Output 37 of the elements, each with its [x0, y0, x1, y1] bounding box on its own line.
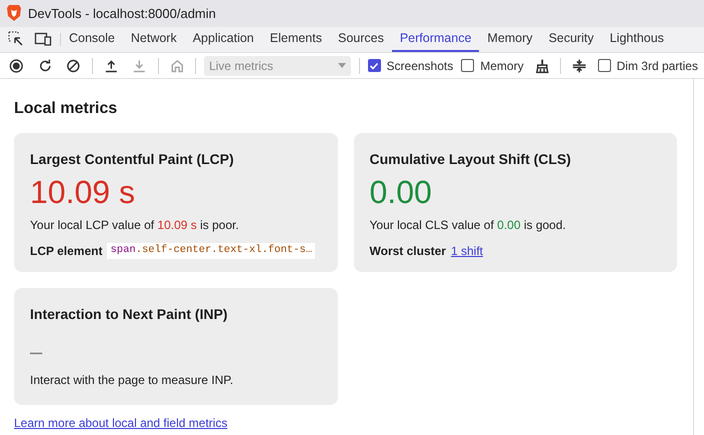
- inspect-icon[interactable]: [8, 31, 24, 48]
- tab[interactable]: Performance: [392, 26, 480, 52]
- tab[interactable]: Network: [122, 26, 185, 52]
- tab[interactable]: Security: [540, 26, 602, 52]
- check-icon: [369, 60, 380, 71]
- metric-value: 10.09 s: [30, 173, 136, 212]
- tab[interactable]: Sources: [330, 26, 392, 52]
- shift-link[interactable]: 1 shift: [450, 242, 483, 260]
- tab[interactable]: Memory: [479, 26, 541, 52]
- reload-icon[interactable]: [38, 58, 52, 74]
- checkbox[interactable]: Dim 3rd parties: [598, 56, 698, 75]
- record-icon[interactable]: [9, 58, 24, 74]
- metric-value: 0.00: [370, 173, 433, 212]
- metric-description: Your local CLS value of 0.00 is good.: [370, 217, 567, 234]
- detail-label: Worst cluster: [370, 243, 446, 260]
- metric-title: Largest Contentful Paint (LCP): [30, 150, 235, 169]
- element-selector[interactable]: span.self-center.text-xl.font-s…: [107, 243, 316, 259]
- device-icon[interactable]: [34, 31, 52, 48]
- upload-icon[interactable]: [104, 58, 118, 74]
- metric-description: Your local LCP value of 10.09 s is poor.: [30, 217, 240, 234]
- metric-value: –: [30, 338, 44, 366]
- learn-more-link[interactable]: Learn more about local and field metrics: [14, 414, 228, 432]
- detail-label: LCP element: [30, 243, 102, 260]
- tab[interactable]: Application: [184, 26, 262, 52]
- clear-icon[interactable]: [66, 58, 81, 74]
- window-title: DevTools - localhost:8000/admin: [28, 4, 216, 23]
- metric-title: Cumulative Layout Shift (CLS): [370, 150, 572, 169]
- broom-icon[interactable]: [534, 58, 550, 74]
- checkbox[interactable]: Screenshots: [368, 56, 454, 75]
- tab[interactable]: Console: [61, 26, 123, 52]
- section-heading: Local metrics: [14, 99, 118, 119]
- collapse-icon[interactable]: [572, 58, 587, 74]
- checkbox[interactable]: Memory: [461, 56, 524, 75]
- tab[interactable]: Lighthous: [602, 26, 672, 52]
- metric-description: Interact with the page to measure INP.: [30, 372, 234, 389]
- metric-title: Interaction to Next Paint (INP): [30, 305, 229, 324]
- tab[interactable]: Elements: [262, 26, 330, 52]
